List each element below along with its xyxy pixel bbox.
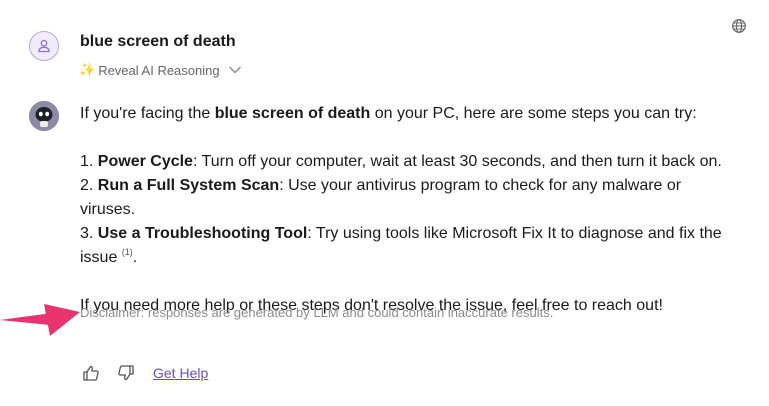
user-avatar: [29, 31, 59, 61]
user-icon: [38, 39, 50, 53]
thumbs-up-icon[interactable]: [82, 364, 100, 382]
assistant-avatar: [29, 101, 59, 131]
globe-icon[interactable]: [731, 18, 747, 34]
list-item: 3. Use a Troubleshooting Tool: Try using…: [80, 225, 722, 266]
citation-link[interactable]: (1): [122, 247, 133, 257]
assistant-answer: If you're facing the blue screen of deat…: [80, 102, 740, 318]
thumbs-down-icon[interactable]: [117, 364, 135, 382]
list-item: 1. Power Cycle: Turn off your computer, …: [80, 153, 722, 170]
reveal-reasoning-toggle[interactable]: ✨ Reveal AI Reasoning: [79, 60, 241, 80]
get-help-link[interactable]: Get Help: [153, 365, 208, 381]
response-actions: Get Help: [82, 364, 208, 382]
user-query: blue screen of death: [80, 33, 236, 50]
list-item: 2. Run a Full System Scan: Use your anti…: [80, 177, 682, 218]
chevron-down-icon: [228, 66, 241, 74]
sparkle-icon: ✨: [79, 62, 96, 77]
robot-icon: [29, 101, 59, 131]
reveal-reasoning-label: Reveal AI Reasoning: [98, 62, 220, 78]
answer-intro: If you're facing the blue screen of deat…: [80, 105, 697, 122]
disclaimer-text: Disclaimer: responses are generated by L…: [80, 305, 554, 320]
annotation-arrow-icon: [0, 304, 80, 336]
